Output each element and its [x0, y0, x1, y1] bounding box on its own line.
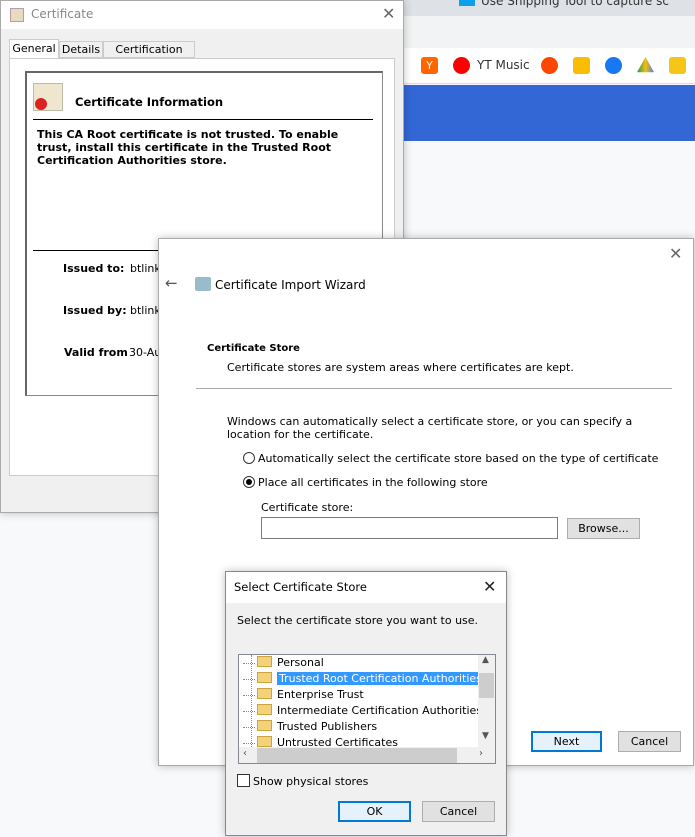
section-title: Certificate Store	[207, 343, 300, 354]
tree-item-personal[interactable]: Personal	[243, 655, 324, 671]
ok-button[interactable]: OK	[338, 801, 411, 822]
store-label: Certificate store:	[261, 501, 354, 514]
radio-place[interactable]: Place all certificates in the following …	[243, 476, 488, 489]
certificate-store-input[interactable]	[261, 517, 558, 539]
radio-auto[interactable]: Automatically select the certificate sto…	[243, 452, 658, 465]
title-bar: Select Certificate Store ✕	[226, 572, 506, 603]
yt-music-icon[interactable]	[453, 57, 470, 74]
scroll-thumb[interactable]	[257, 748, 457, 763]
cancel-button[interactable]: Cancel	[618, 731, 681, 752]
close-icon[interactable]: ✕	[483, 577, 496, 596]
dialog-title: Select Certificate Store	[234, 580, 367, 594]
window-title: Certificate	[31, 7, 94, 21]
page-header-band	[403, 85, 695, 141]
tree-item-trusted-root[interactable]: Trusted Root Certification Authorities	[243, 671, 484, 687]
browser-tab[interactable]: Use Snipping Tool to capture sc	[455, 0, 685, 16]
folder-icon	[257, 704, 272, 715]
yt-music-label[interactable]: YT Music	[477, 58, 530, 72]
close-icon[interactable]: ✕	[382, 4, 395, 23]
folder-icon	[257, 736, 272, 747]
select-store-dialog: Select Certificate Store ✕ Select the ce…	[225, 571, 507, 836]
scroll-up-icon: ▲	[482, 655, 489, 665]
scroll-down-icon: ▼	[482, 731, 489, 741]
section-description: Certificate stores are system areas wher…	[227, 361, 574, 374]
scroll-thumb[interactable]	[479, 673, 494, 698]
reddit-icon[interactable]	[541, 57, 558, 74]
horizontal-scrollbar[interactable]: ‹ ›	[239, 747, 495, 763]
certificate-error-icon	[33, 83, 63, 111]
keep-icon[interactable]	[573, 57, 590, 74]
intro-text: Windows can automatically select a certi…	[227, 415, 633, 441]
issued-to-label: Issued to:	[63, 262, 125, 275]
browser-tab-strip: Use Snipping Tool to capture sc	[403, 0, 695, 16]
tab-title: Use Snipping Tool to capture sc	[481, 0, 669, 8]
tab-details[interactable]: Details	[59, 41, 103, 58]
tab-general[interactable]: General	[9, 39, 59, 59]
dialog-prompt: Select the certificate store you want to…	[237, 614, 479, 627]
folder-icon	[257, 688, 272, 699]
radio-button[interactable]	[243, 452, 255, 464]
back-arrow-icon[interactable]: ←	[165, 274, 178, 292]
cancel-button[interactable]: Cancel	[422, 801, 495, 822]
issued-by-label: Issued by:	[63, 304, 127, 317]
show-physical-checkbox[interactable]: Show physical stores	[237, 774, 368, 788]
valid-from-label: Valid from	[64, 346, 128, 359]
imdb-icon[interactable]	[669, 57, 686, 74]
issued-to-value: btlink	[130, 262, 161, 275]
folder-icon	[257, 720, 272, 731]
scroll-right-icon: ›	[479, 748, 483, 759]
wizard-icon	[195, 277, 211, 291]
radio-button[interactable]	[243, 476, 255, 488]
store-tree[interactable]: Personal Trusted Root Certification Auth…	[238, 654, 496, 764]
title-bar: Certificate ✕	[1, 1, 403, 29]
folder-icon	[257, 656, 272, 667]
y-combinator-icon[interactable]: Y	[421, 57, 438, 74]
certificate-icon	[10, 8, 24, 22]
browse-button[interactable]: Browse...	[567, 518, 640, 539]
facebook-icon[interactable]	[605, 57, 622, 74]
next-button[interactable]: Next	[531, 731, 602, 752]
issued-by-value: btlink	[130, 304, 161, 317]
tree-item-intermediate[interactable]: Intermediate Certification Authorities	[242, 703, 482, 719]
trust-warning: This CA Root certificate is not trusted.…	[37, 128, 339, 167]
scroll-left-icon: ‹	[243, 748, 247, 759]
divider	[33, 119, 373, 120]
close-icon[interactable]: ✕	[669, 244, 682, 263]
tab-certification-path[interactable]: Certification Path	[103, 41, 195, 71]
browser-toolbar	[403, 16, 695, 48]
tree-item-enterprise-trust[interactable]: Enterprise Trust	[243, 687, 364, 703]
tree-item-trusted-publishers[interactable]: Trusted Publishers	[242, 719, 377, 735]
snipping-tool-icon	[459, 0, 475, 6]
wizard-title: Certificate Import Wizard	[215, 278, 366, 292]
divider	[196, 388, 672, 389]
folder-icon	[257, 672, 272, 683]
vertical-scrollbar[interactable]: ▲ ▼	[478, 655, 495, 747]
valid-from-value: 30-Au	[129, 346, 162, 359]
info-title: Certificate Information	[75, 95, 224, 109]
